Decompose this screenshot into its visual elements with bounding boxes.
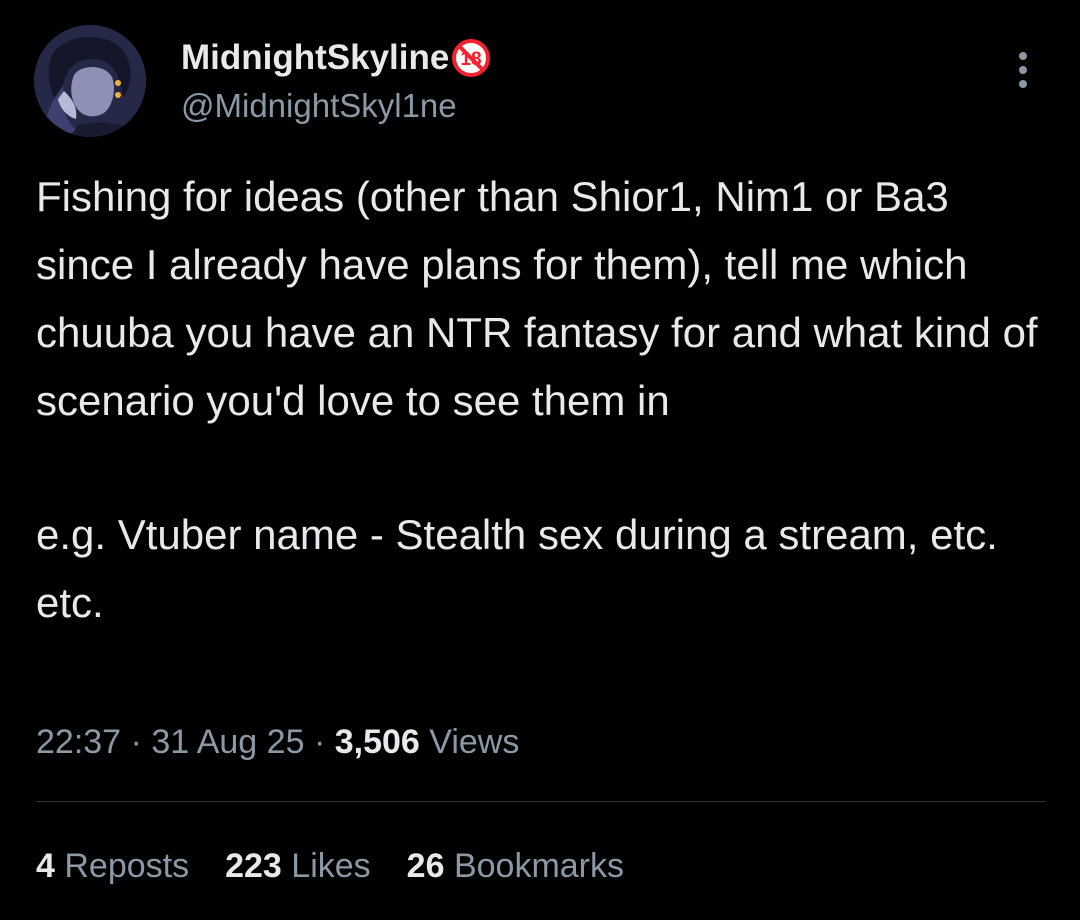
avatar[interactable] <box>34 25 146 137</box>
tweet-date[interactable]: 31 Aug 25 <box>151 723 304 761</box>
views-count: 3,506 <box>334 723 420 761</box>
more-options-button[interactable] <box>1006 50 1040 90</box>
more-dot-icon <box>1019 52 1027 60</box>
divider <box>36 801 1046 802</box>
reposts-count: 4 <box>36 847 55 885</box>
more-dot-icon <box>1019 66 1027 74</box>
author-handle[interactable]: @MidnightSkyl1ne <box>181 86 457 126</box>
likes-stat[interactable]: 223 Likes <box>225 842 371 890</box>
reposts-label: Reposts <box>64 847 190 885</box>
bookmarks-label: Bookmarks <box>453 847 625 885</box>
reposts-stat[interactable]: 4 Reposts <box>36 842 189 890</box>
tweet-text: Fishing for ideas (other than Shior1, Ni… <box>36 163 1056 637</box>
tweet-meta: 22:37 · 31 Aug 25 · 3,506 Views <box>36 718 519 766</box>
avatar-image <box>34 25 146 137</box>
meta-separator: · <box>130 723 142 761</box>
bookmarks-count: 26 <box>406 847 445 885</box>
tweet-paragraph-2: e.g. Vtuber name - Stealth sex during a … <box>36 511 998 626</box>
tweet-time[interactable]: 22:37 <box>36 723 121 761</box>
likes-label: Likes <box>291 847 371 885</box>
meta-separator: · <box>313 723 326 761</box>
tweet-paragraph-1: Fishing for ideas (other than Shior1, Ni… <box>36 173 1038 424</box>
engagement-stats: 4 Reposts 223 Likes 26 Bookmarks <box>36 842 624 890</box>
views-label: Views <box>429 723 520 761</box>
display-name[interactable]: MidnightSkyline <box>181 38 449 78</box>
age-restricted-18-icon: 18 <box>451 38 491 78</box>
bookmarks-stat[interactable]: 26 Bookmarks <box>407 842 624 890</box>
more-dot-icon <box>1019 80 1027 88</box>
author-name-row[interactable]: MidnightSkyline 18 <box>181 38 491 78</box>
likes-count: 223 <box>225 847 282 885</box>
